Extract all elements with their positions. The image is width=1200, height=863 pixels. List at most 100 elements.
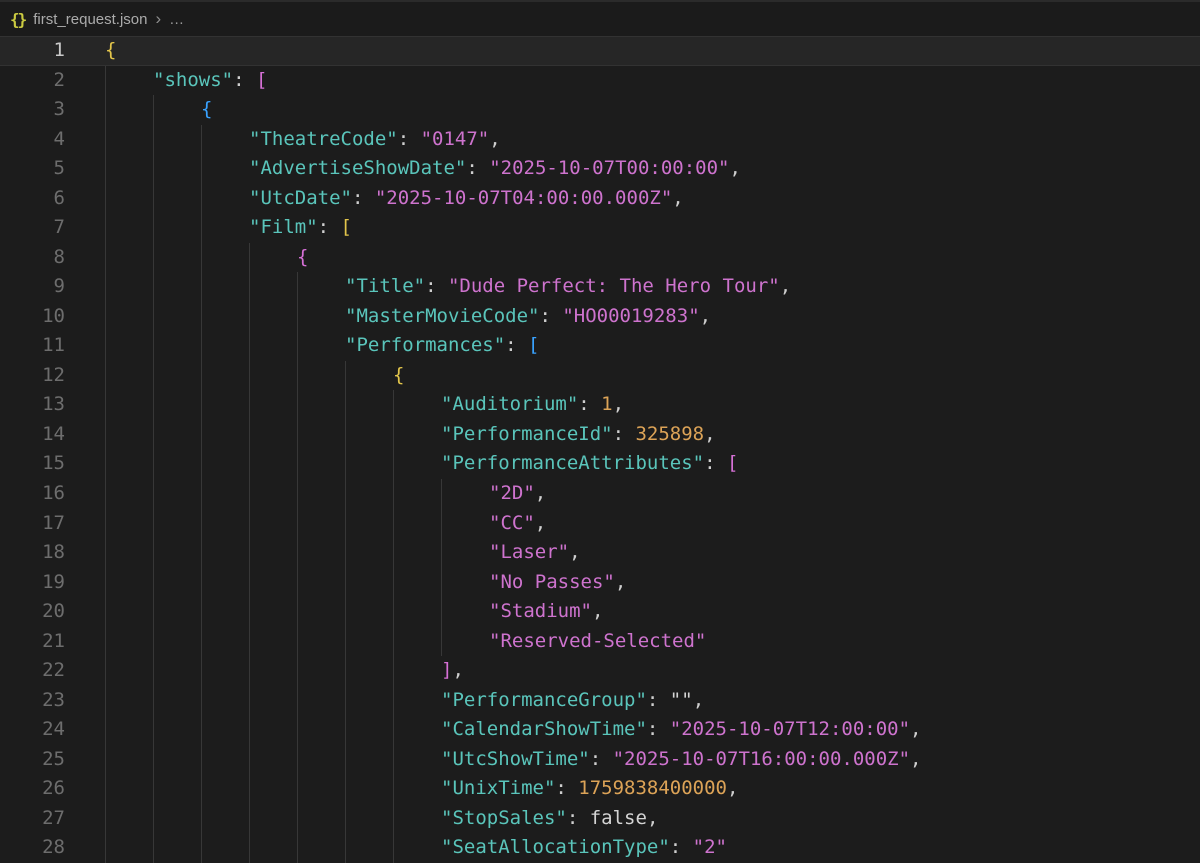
line-number[interactable]: 27 bbox=[0, 804, 65, 834]
token-pun: : bbox=[670, 836, 693, 858]
line-number[interactable]: 15 bbox=[0, 449, 65, 479]
code-line[interactable]: 27"StopSales": false, bbox=[0, 804, 1200, 834]
code-line[interactable]: 19"No Passes", bbox=[0, 568, 1200, 598]
code-line[interactable]: 4"TheatreCode": "0147", bbox=[0, 125, 1200, 155]
code-line[interactable]: 12{ bbox=[0, 361, 1200, 391]
token-key: "SeatAllocationType" bbox=[441, 836, 670, 858]
token-pun: : bbox=[590, 748, 613, 770]
line-number[interactable]: 25 bbox=[0, 745, 65, 775]
line-number[interactable]: 13 bbox=[0, 390, 65, 420]
line-number[interactable]: 11 bbox=[0, 331, 65, 361]
code-line[interactable]: 26"UnixTime": 1759838400000, bbox=[0, 774, 1200, 804]
line-number[interactable]: 3 bbox=[0, 95, 65, 125]
indent-guide bbox=[249, 686, 297, 716]
breadcrumb-symbol-ellipsis[interactable]: … bbox=[169, 11, 184, 28]
line-number[interactable]: 26 bbox=[0, 774, 65, 804]
line-number[interactable]: 28 bbox=[0, 833, 65, 863]
line-number[interactable]: 17 bbox=[0, 509, 65, 539]
line-number[interactable]: 5 bbox=[0, 154, 65, 184]
code-line[interactable]: 28"SeatAllocationType": "2" bbox=[0, 833, 1200, 863]
code-line[interactable]: 24"CalendarShowTime": "2025-10-07T12:00:… bbox=[0, 715, 1200, 745]
indent-guide bbox=[153, 833, 201, 863]
code-line[interactable]: 1{ bbox=[0, 36, 1200, 66]
indent-guide bbox=[249, 509, 297, 539]
code-line[interactable]: 3{ bbox=[0, 95, 1200, 125]
indent-guide bbox=[105, 833, 153, 863]
indent-guide bbox=[345, 715, 393, 745]
code-content: "UtcDate": "2025-10-07T04:00:00.000Z", bbox=[65, 184, 1200, 214]
indent-guide bbox=[249, 538, 297, 568]
indent-guide bbox=[249, 774, 297, 804]
code-line[interactable]: 16"2D", bbox=[0, 479, 1200, 509]
token-pun: : bbox=[352, 187, 375, 209]
line-number[interactable]: 22 bbox=[0, 656, 65, 686]
line-number[interactable]: 19 bbox=[0, 568, 65, 598]
code-line[interactable]: 2"shows": [ bbox=[0, 66, 1200, 96]
code-line[interactable]: 18"Laser", bbox=[0, 538, 1200, 568]
code-line[interactable]: 10"MasterMovieCode": "HO00019283", bbox=[0, 302, 1200, 332]
indent-guide bbox=[297, 686, 345, 716]
line-number[interactable]: 8 bbox=[0, 243, 65, 273]
indent-guide bbox=[153, 656, 201, 686]
indent-guide bbox=[201, 538, 249, 568]
line-number[interactable]: 6 bbox=[0, 184, 65, 214]
indent-guide bbox=[297, 597, 345, 627]
code-line[interactable]: 20"Stadium", bbox=[0, 597, 1200, 627]
line-number[interactable]: 1 bbox=[0, 36, 65, 66]
token-pun: : bbox=[555, 777, 578, 799]
indent-guide bbox=[201, 154, 249, 184]
token-b2: ] bbox=[441, 659, 452, 681]
token-str: "Laser" bbox=[489, 541, 569, 563]
indent-guide bbox=[393, 774, 441, 804]
line-number[interactable]: 9 bbox=[0, 272, 65, 302]
editor-lines[interactable]: 1{2"shows": [3{4"TheatreCode": "0147",5"… bbox=[0, 36, 1200, 863]
line-number[interactable]: 16 bbox=[0, 479, 65, 509]
breadcrumb-filename[interactable]: first_request.json bbox=[33, 11, 147, 28]
indent-guide bbox=[105, 449, 153, 479]
indent-guide bbox=[297, 627, 345, 657]
indent-guide bbox=[297, 479, 345, 509]
indent-guide bbox=[201, 302, 249, 332]
line-number[interactable]: 21 bbox=[0, 627, 65, 657]
code-line[interactable]: 23"PerformanceGroup": "", bbox=[0, 686, 1200, 716]
line-number[interactable]: 4 bbox=[0, 125, 65, 155]
code-line[interactable]: 7"Film": [ bbox=[0, 213, 1200, 243]
line-number[interactable]: 23 bbox=[0, 686, 65, 716]
line-number[interactable]: 12 bbox=[0, 361, 65, 391]
code-line[interactable]: 5"AdvertiseShowDate": "2025-10-07T00:00:… bbox=[0, 154, 1200, 184]
code-content: "shows": [ bbox=[65, 66, 1200, 96]
indent-guide bbox=[105, 479, 153, 509]
code-line[interactable]: 22], bbox=[0, 656, 1200, 686]
token-pun: : bbox=[567, 807, 590, 829]
line-number[interactable]: 18 bbox=[0, 538, 65, 568]
indent-guide bbox=[393, 449, 441, 479]
code-line[interactable]: 8{ bbox=[0, 243, 1200, 273]
line-number[interactable]: 20 bbox=[0, 597, 65, 627]
code-line[interactable]: 21"Reserved-Selected" bbox=[0, 627, 1200, 657]
token-num: 1759838400000 bbox=[578, 777, 727, 799]
indent-guide bbox=[345, 804, 393, 834]
code-line[interactable]: 13"Auditorium": 1, bbox=[0, 390, 1200, 420]
indent-guide bbox=[153, 774, 201, 804]
indent-guide bbox=[441, 479, 489, 509]
line-number[interactable]: 7 bbox=[0, 213, 65, 243]
indent-guide bbox=[105, 745, 153, 775]
line-number[interactable]: 10 bbox=[0, 302, 65, 332]
line-number[interactable]: 2 bbox=[0, 66, 65, 96]
indent-guide bbox=[201, 745, 249, 775]
token-str: "No Passes" bbox=[489, 571, 615, 593]
code-line[interactable]: 17"CC", bbox=[0, 509, 1200, 539]
code-line[interactable]: 25"UtcShowTime": "2025-10-07T16:00:00.00… bbox=[0, 745, 1200, 775]
code-line[interactable]: 11"Performances": [ bbox=[0, 331, 1200, 361]
indent-guide bbox=[153, 390, 201, 420]
code-line[interactable]: 6"UtcDate": "2025-10-07T04:00:00.000Z", bbox=[0, 184, 1200, 214]
indent-guide bbox=[153, 597, 201, 627]
breadcrumb[interactable]: {} first_request.json › … bbox=[0, 2, 1200, 36]
indent-guide bbox=[249, 361, 297, 391]
line-number[interactable]: 14 bbox=[0, 420, 65, 450]
indent-guide bbox=[249, 331, 297, 361]
code-line[interactable]: 14"PerformanceId": 325898, bbox=[0, 420, 1200, 450]
line-number[interactable]: 24 bbox=[0, 715, 65, 745]
code-line[interactable]: 9"Title": "Dude Perfect: The Hero Tour", bbox=[0, 272, 1200, 302]
code-line[interactable]: 15"PerformanceAttributes": [ bbox=[0, 449, 1200, 479]
